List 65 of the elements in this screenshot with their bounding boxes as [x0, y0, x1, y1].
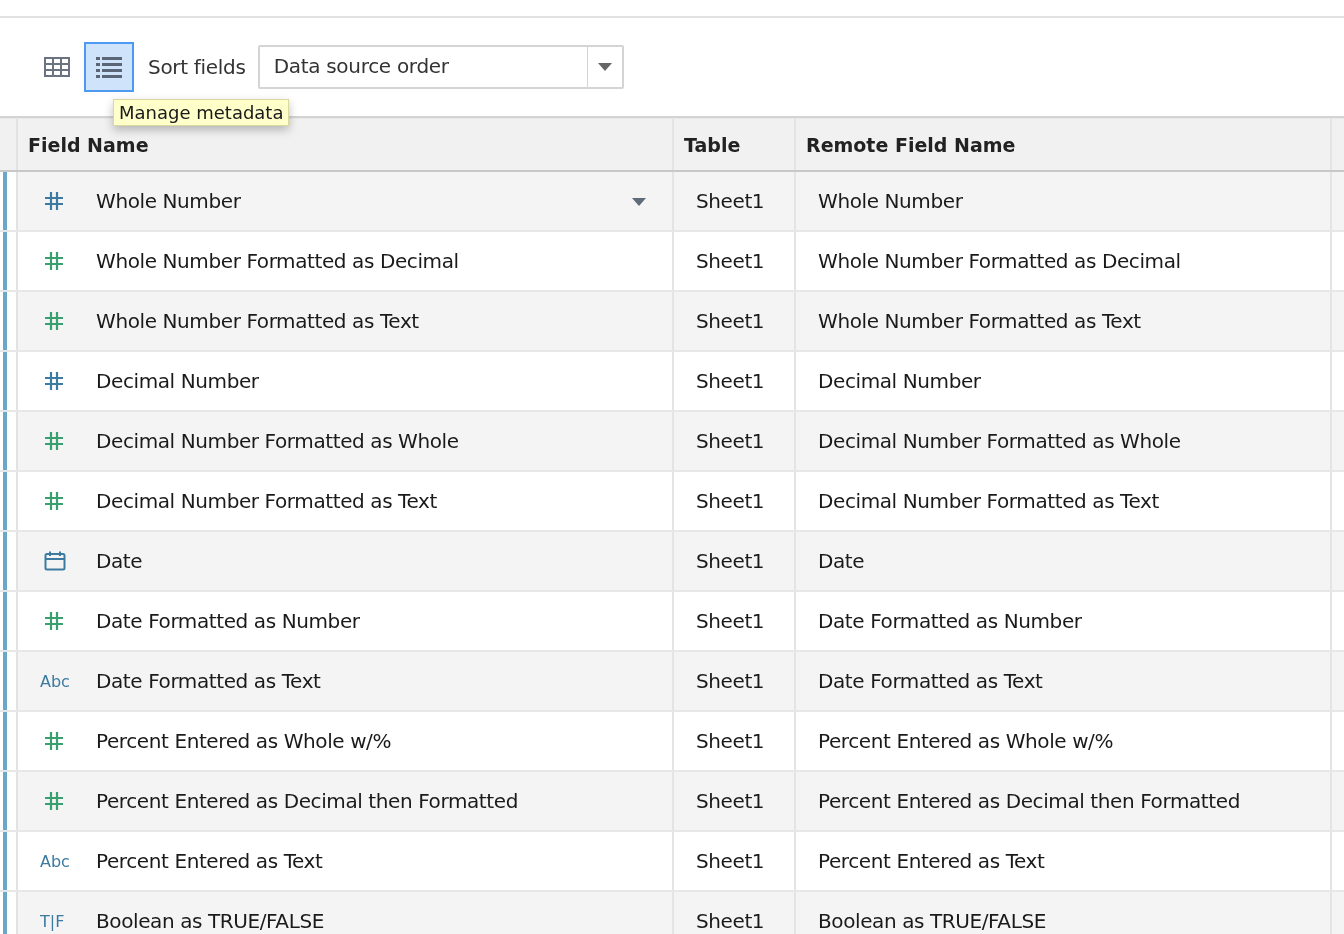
- row-marker: [3, 772, 7, 830]
- column-header[interactable]: Remote Field Name: [796, 119, 1332, 170]
- field-name: Decimal Number Formatted as Whole: [96, 429, 459, 453]
- table-cell: Decimal Number Formatted as Text: [796, 472, 1332, 530]
- list-view-button[interactable]: [84, 42, 134, 92]
- table-cell: Sheet1: [674, 832, 796, 890]
- row-marker: [3, 232, 7, 290]
- row-marker: [3, 412, 7, 470]
- field-name: Percent Entered as Text: [96, 849, 323, 873]
- table-cell: Whole Number: [796, 172, 1332, 230]
- field-name: Date: [96, 549, 143, 573]
- caret-icon: [597, 63, 612, 71]
- table-cell: Sheet1: [674, 172, 796, 230]
- row-marker: [3, 472, 7, 530]
- table-cell: Sheet1: [674, 652, 796, 710]
- table-cell: Date Formatted as Number: [796, 592, 1332, 650]
- table-icon: [44, 57, 70, 77]
- table-cell: Boolean as TRUE/FALSE: [796, 892, 1332, 934]
- sort-fields-label: Sort fields: [148, 55, 246, 79]
- string-type-icon: Abc: [40, 851, 70, 871]
- table-cell: Percent Entered as Whole w/%: [796, 712, 1332, 770]
- field-name: Boolean as TRUE/FALSE: [96, 909, 324, 933]
- table-cell: Decimal Number: [796, 352, 1332, 410]
- table-cell: Date Formatted as Text: [796, 652, 1332, 710]
- table-cell: Date: [796, 532, 1332, 590]
- field-name: Decimal Number Formatted as Text: [96, 489, 437, 513]
- row-marker: [3, 352, 7, 410]
- row-marker: [3, 292, 7, 350]
- caret-icon[interactable]: [632, 198, 646, 206]
- table-cell: Decimal Number Formatted as Whole: [796, 412, 1332, 470]
- row-marker: [3, 172, 7, 230]
- table-cell: Whole Number Formatted as Decimal: [796, 232, 1332, 290]
- table-cell: Sheet1: [674, 292, 796, 350]
- row-marker: [3, 532, 7, 590]
- row-marker: [3, 592, 7, 650]
- field-name: Whole Number: [96, 189, 241, 213]
- string-type-icon: Abc: [40, 671, 70, 691]
- table-cell: Percent Entered as Text: [796, 832, 1332, 890]
- table-cell: Sheet1: [674, 232, 796, 290]
- field-name: Decimal Number: [96, 369, 259, 393]
- row-marker: [3, 832, 7, 890]
- sort-dropdown[interactable]: Data source order: [257, 45, 624, 89]
- table-cell: Whole Number Formatted as Text: [796, 292, 1332, 350]
- row-marker: [3, 892, 7, 934]
- field-name: Percent Entered as Whole w/%: [96, 729, 392, 753]
- tooltip: Manage metadata: [113, 99, 290, 126]
- row-marker: [3, 652, 7, 710]
- field-name: Date Formatted as Text: [96, 669, 321, 693]
- field-name: Date Formatted as Number: [96, 609, 360, 633]
- table-cell: Sheet1: [674, 592, 796, 650]
- field-name: Whole Number Formatted as Decimal: [96, 249, 459, 273]
- table-cell: Sheet1: [674, 472, 796, 530]
- table-cell: Percent Entered as Decimal then Formatted: [796, 772, 1332, 830]
- column-header[interactable]: Table: [674, 119, 796, 170]
- field-name: Whole Number Formatted as Text: [96, 309, 419, 333]
- table-cell: Sheet1: [674, 412, 796, 470]
- table-cell: Sheet1: [674, 772, 796, 830]
- list-icon: [96, 56, 122, 78]
- table-cell: Sheet1: [674, 712, 796, 770]
- row-marker: [3, 712, 7, 770]
- boolean-type-icon: T|F: [40, 911, 65, 931]
- table-cell: Sheet1: [674, 892, 796, 934]
- table-cell: Sheet1: [674, 532, 796, 590]
- table-cell: Sheet1: [674, 352, 796, 410]
- field-name: Percent Entered as Decimal then Formatted: [96, 789, 518, 813]
